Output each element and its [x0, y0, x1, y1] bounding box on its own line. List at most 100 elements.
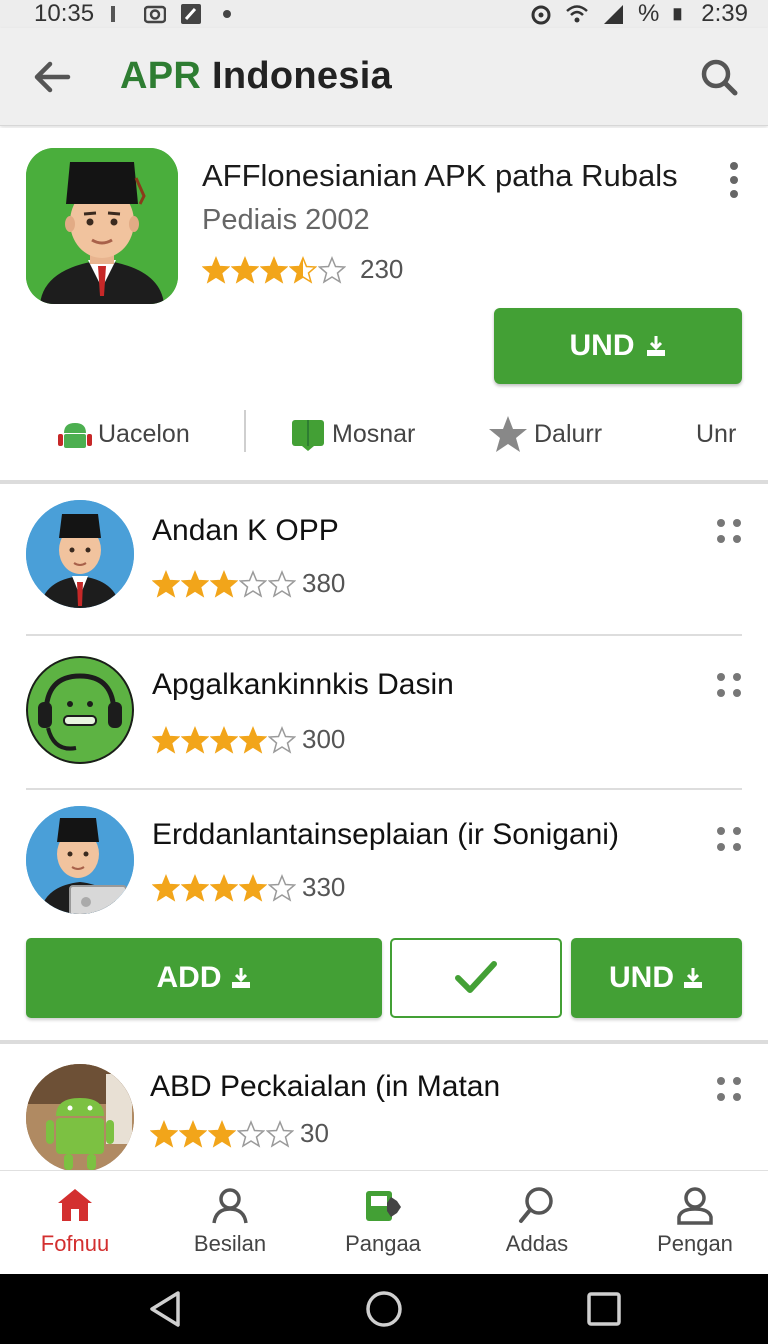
star-full-icon	[181, 569, 209, 598]
app-rating: 330	[152, 872, 345, 903]
star-full-icon	[152, 725, 180, 754]
app-title: Erddanlantainseplaian (ir Sonigani)	[152, 818, 619, 851]
dot-icon	[223, 10, 232, 18]
star-empty-icon	[268, 873, 296, 902]
star-full-icon	[152, 873, 180, 902]
nav-item-besilan[interactable]: Besilan	[165, 1185, 295, 1269]
star-full-icon	[210, 725, 238, 754]
tab-unr[interactable]: Unr	[696, 414, 736, 454]
list-separator	[26, 634, 742, 636]
checkmark-icon	[455, 961, 497, 993]
tab-mosnar[interactable]: Mosnar	[290, 414, 415, 454]
download-icon	[646, 336, 665, 356]
rating-count: 300	[302, 724, 346, 754]
back-button[interactable]	[12, 37, 92, 117]
rating-count: 330	[302, 872, 346, 902]
install-button[interactable]: UND	[494, 308, 742, 384]
app-avatar	[26, 1064, 134, 1170]
more-options-icon[interactable]	[714, 824, 744, 854]
rating-count: 30	[300, 1118, 329, 1148]
star-full-icon	[150, 1119, 178, 1148]
list-item[interactable]: Apgalkankinnkis Dasin 300	[0, 640, 768, 788]
nav-item-addas[interactable]: Addas	[472, 1185, 602, 1269]
star-full-icon	[181, 873, 209, 902]
back-triangle-icon[interactable]	[146, 1289, 186, 1329]
star-full-icon	[152, 569, 180, 598]
home-circle-icon[interactable]	[364, 1289, 404, 1329]
wifi-icon	[566, 5, 588, 23]
featured-app-subtitle: Pediais 2002	[202, 204, 370, 236]
featured-app-card[interactable]: AFFlonesianian APK patha Rubals Pediais …	[0, 128, 768, 480]
rating-count: 230	[360, 254, 404, 284]
list-item[interactable]: Andan K OPP 380	[0, 486, 768, 636]
app-rating: 30	[150, 1118, 329, 1149]
tab-divider	[244, 410, 246, 452]
tab-label: Unr	[696, 419, 737, 448]
download-icon	[231, 968, 250, 988]
app-title: Apgalkankinnkis Dasin	[152, 668, 454, 701]
featured-app-rating: 230	[202, 254, 403, 285]
star-full-icon	[231, 255, 259, 284]
status-left: 10:35	[34, 0, 238, 28]
nav-item-pangaa[interactable]: Pangaa	[318, 1185, 448, 1269]
rating-stars	[150, 1119, 294, 1148]
tab-dalurr[interactable]: Dalurr	[488, 414, 602, 454]
headset-icon	[26, 656, 134, 764]
signal-icon	[603, 5, 623, 24]
android-icon	[58, 423, 92, 448]
install-button[interactable]: UND	[571, 938, 742, 1018]
android-photo-icon	[26, 1064, 134, 1170]
more-options-icon[interactable]	[714, 670, 744, 700]
add-button[interactable]: ADD	[26, 938, 382, 1018]
rating-count: 380	[302, 568, 346, 598]
more-options-icon[interactable]	[714, 1074, 744, 1104]
more-options-icon[interactable]	[714, 516, 744, 546]
star-empty-icon	[268, 725, 296, 754]
nav-item-home[interactable]: Fofnuu	[10, 1185, 140, 1269]
star-full-icon	[260, 255, 288, 284]
recents-square-icon[interactable]	[584, 1289, 624, 1329]
nav-item-pengan[interactable]: Pengan	[630, 1185, 760, 1269]
tab-uacelon[interactable]: Uacelon	[58, 414, 190, 454]
app-title: ABD Peckaialan (in Matan	[150, 1070, 501, 1103]
edit-icon	[181, 4, 202, 24]
more-vert-icon[interactable]	[722, 160, 746, 200]
featured-app-icon	[26, 148, 178, 304]
home-icon	[58, 1189, 92, 1221]
nav-label: Fofnuu	[40, 1231, 110, 1256]
search-icon	[701, 59, 738, 95]
list-separator	[26, 788, 742, 790]
rating-stars	[152, 569, 296, 598]
featured-tabs: Uacelon Mosnar Dalurr Unr	[0, 404, 768, 470]
list-item[interactable]: Erddanlantainseplaian (ir Sonigani) 330	[0, 794, 768, 934]
man-laptop-icon	[26, 806, 134, 914]
featured-app-title: AFFlonesianian APK patha Rubals	[202, 158, 678, 193]
camera-icon	[144, 5, 167, 24]
star-half-icon	[289, 255, 317, 284]
list-item[interactable]: ABD Peckaialan (in Matan 30	[0, 1046, 768, 1170]
system-navigation-bar	[0, 1274, 768, 1344]
app-rating: 380	[152, 568, 345, 599]
rating-stars	[202, 255, 346, 284]
app-avatar	[26, 806, 134, 914]
installed-check-button[interactable]	[390, 938, 562, 1018]
download-icon	[684, 968, 702, 988]
install-button-label: UND	[609, 961, 674, 994]
search-icon	[519, 1187, 553, 1223]
nav-label: Addas	[505, 1231, 569, 1256]
search-button[interactable]	[684, 42, 754, 112]
app-avatar	[26, 656, 134, 764]
man-avatar-icon	[26, 500, 134, 608]
add-button-label: ADD	[156, 961, 222, 994]
star-empty-icon	[239, 569, 267, 598]
star-full-icon	[181, 725, 209, 754]
nav-label: Pangaa	[345, 1231, 421, 1256]
alarm-icon	[531, 5, 551, 25]
star-empty-icon	[237, 1119, 265, 1148]
star-empty-icon	[268, 569, 296, 598]
app-screen: 10:35 % 2:39 APR Indonesia AFFlonesiania…	[0, 0, 768, 1344]
action-buttons: ADD UND	[0, 938, 768, 1020]
nav-label: Pengan	[657, 1231, 733, 1256]
star-empty-icon	[318, 255, 346, 284]
status-bar: 10:35 % 2:39	[0, 0, 768, 28]
